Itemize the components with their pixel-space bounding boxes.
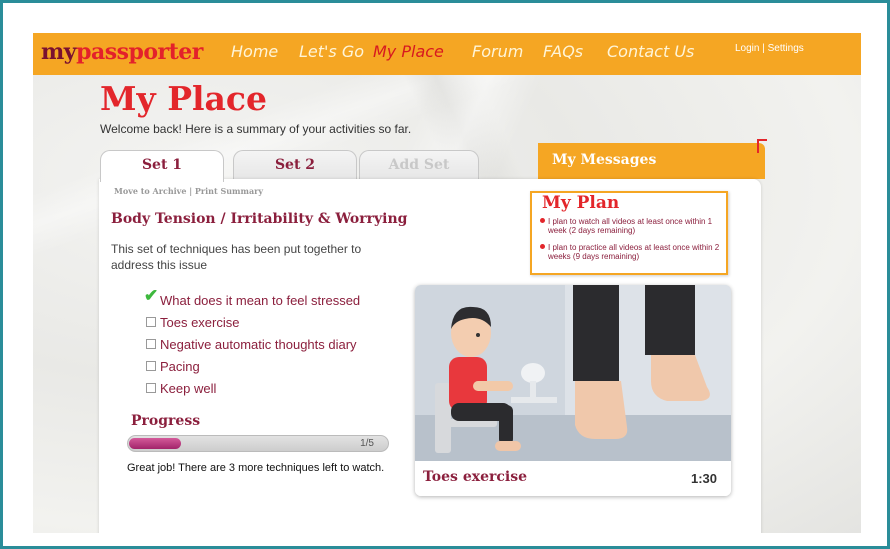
progress-bar: 1/5 (127, 435, 389, 452)
checkbox[interactable] (146, 383, 156, 393)
top-nav: mypassporter Home Let's Go My Place Foru… (33, 33, 861, 75)
plan-item-remaining: (2 days remaining) (568, 226, 636, 235)
video-duration: 1:30 (690, 471, 717, 486)
technique-label: Negative automatic thoughts diary (160, 336, 357, 352)
brand-logo-part2: passporter (76, 39, 203, 65)
my-messages-title: My Messages (552, 152, 657, 168)
welcome-message: Welcome back! Here is a summary of your … (100, 122, 412, 136)
technique-item[interactable]: Negative automatic thoughts diary (146, 333, 360, 355)
technique-item[interactable]: Keep well (146, 377, 360, 399)
video-player[interactable]: Toes exercise 1:30 (415, 285, 731, 496)
progress-note: Great job! There are 3 more techniques l… (127, 462, 385, 474)
my-plan-card: My Plan I plan to watch all videos at le… (530, 191, 728, 275)
checkbox[interactable] (146, 317, 156, 327)
set-title: Body Tension / Irritability & Worrying (111, 211, 408, 227)
plan-item-remaining: (9 days remaining) (572, 252, 640, 261)
archive-print-links[interactable]: Move to Archive | Print Summary (114, 186, 263, 196)
nav-my-place[interactable]: My Place (373, 42, 444, 61)
progress-fill (129, 438, 181, 449)
tab-add-set[interactable]: Add Set (359, 150, 479, 180)
corner-flag-icon (757, 139, 767, 153)
screenshot-frame: mypassporter Home Let's Go My Place Foru… (0, 0, 890, 549)
technique-item[interactable]: Toes exercise (146, 311, 360, 333)
plan-item: I plan to practice all videos at least o… (540, 243, 726, 261)
page-title: My Place (100, 79, 268, 118)
video-thumbnail[interactable] (415, 285, 731, 461)
checkbox[interactable] (146, 339, 156, 349)
nav-forum[interactable]: Forum (472, 42, 523, 61)
checkbox[interactable] (146, 361, 156, 371)
tab-set-2[interactable]: Set 2 (233, 150, 357, 180)
bullet-icon (540, 218, 545, 223)
technique-list: ✔ What does it mean to feel stressed Toe… (144, 286, 361, 399)
technique-label: Pacing (160, 358, 200, 374)
login-settings-link[interactable]: Login | Settings (735, 43, 804, 54)
nav-contact-us[interactable]: Contact Us (607, 42, 694, 61)
brand-logo[interactable]: mypassporter (41, 39, 203, 65)
bullet-icon (540, 244, 545, 249)
set-description: This set of techniques has been put toge… (111, 242, 362, 272)
check-mark-icon: ✔ (144, 286, 159, 305)
brand-logo-part1: my (41, 39, 77, 65)
nav-home[interactable]: Home (231, 42, 278, 61)
progress-count: 1/5 (360, 438, 374, 449)
technique-item[interactable]: ✔ What does it mean to feel stressed (144, 286, 361, 311)
my-messages-header[interactable]: My Messages (538, 139, 767, 179)
my-plan-title: My Plan (542, 193, 620, 213)
technique-item[interactable]: Pacing (146, 355, 360, 377)
nav-lets-go[interactable]: Let's Go (299, 42, 364, 61)
video-title: Toes exercise (423, 469, 527, 485)
technique-label: Toes exercise (160, 314, 240, 330)
tab-set-1[interactable]: Set 1 (100, 150, 224, 182)
progress-heading: Progress (131, 413, 201, 429)
nav-faqs[interactable]: FAQs (543, 42, 583, 61)
technique-label: What does it mean to feel stressed (160, 292, 361, 308)
video-caption: Toes exercise 1:30 (415, 461, 731, 496)
plan-item: I plan to watch all videos at least once… (540, 217, 726, 235)
page-background: mypassporter Home Let's Go My Place Foru… (33, 33, 861, 533)
technique-label: Keep well (160, 380, 217, 396)
